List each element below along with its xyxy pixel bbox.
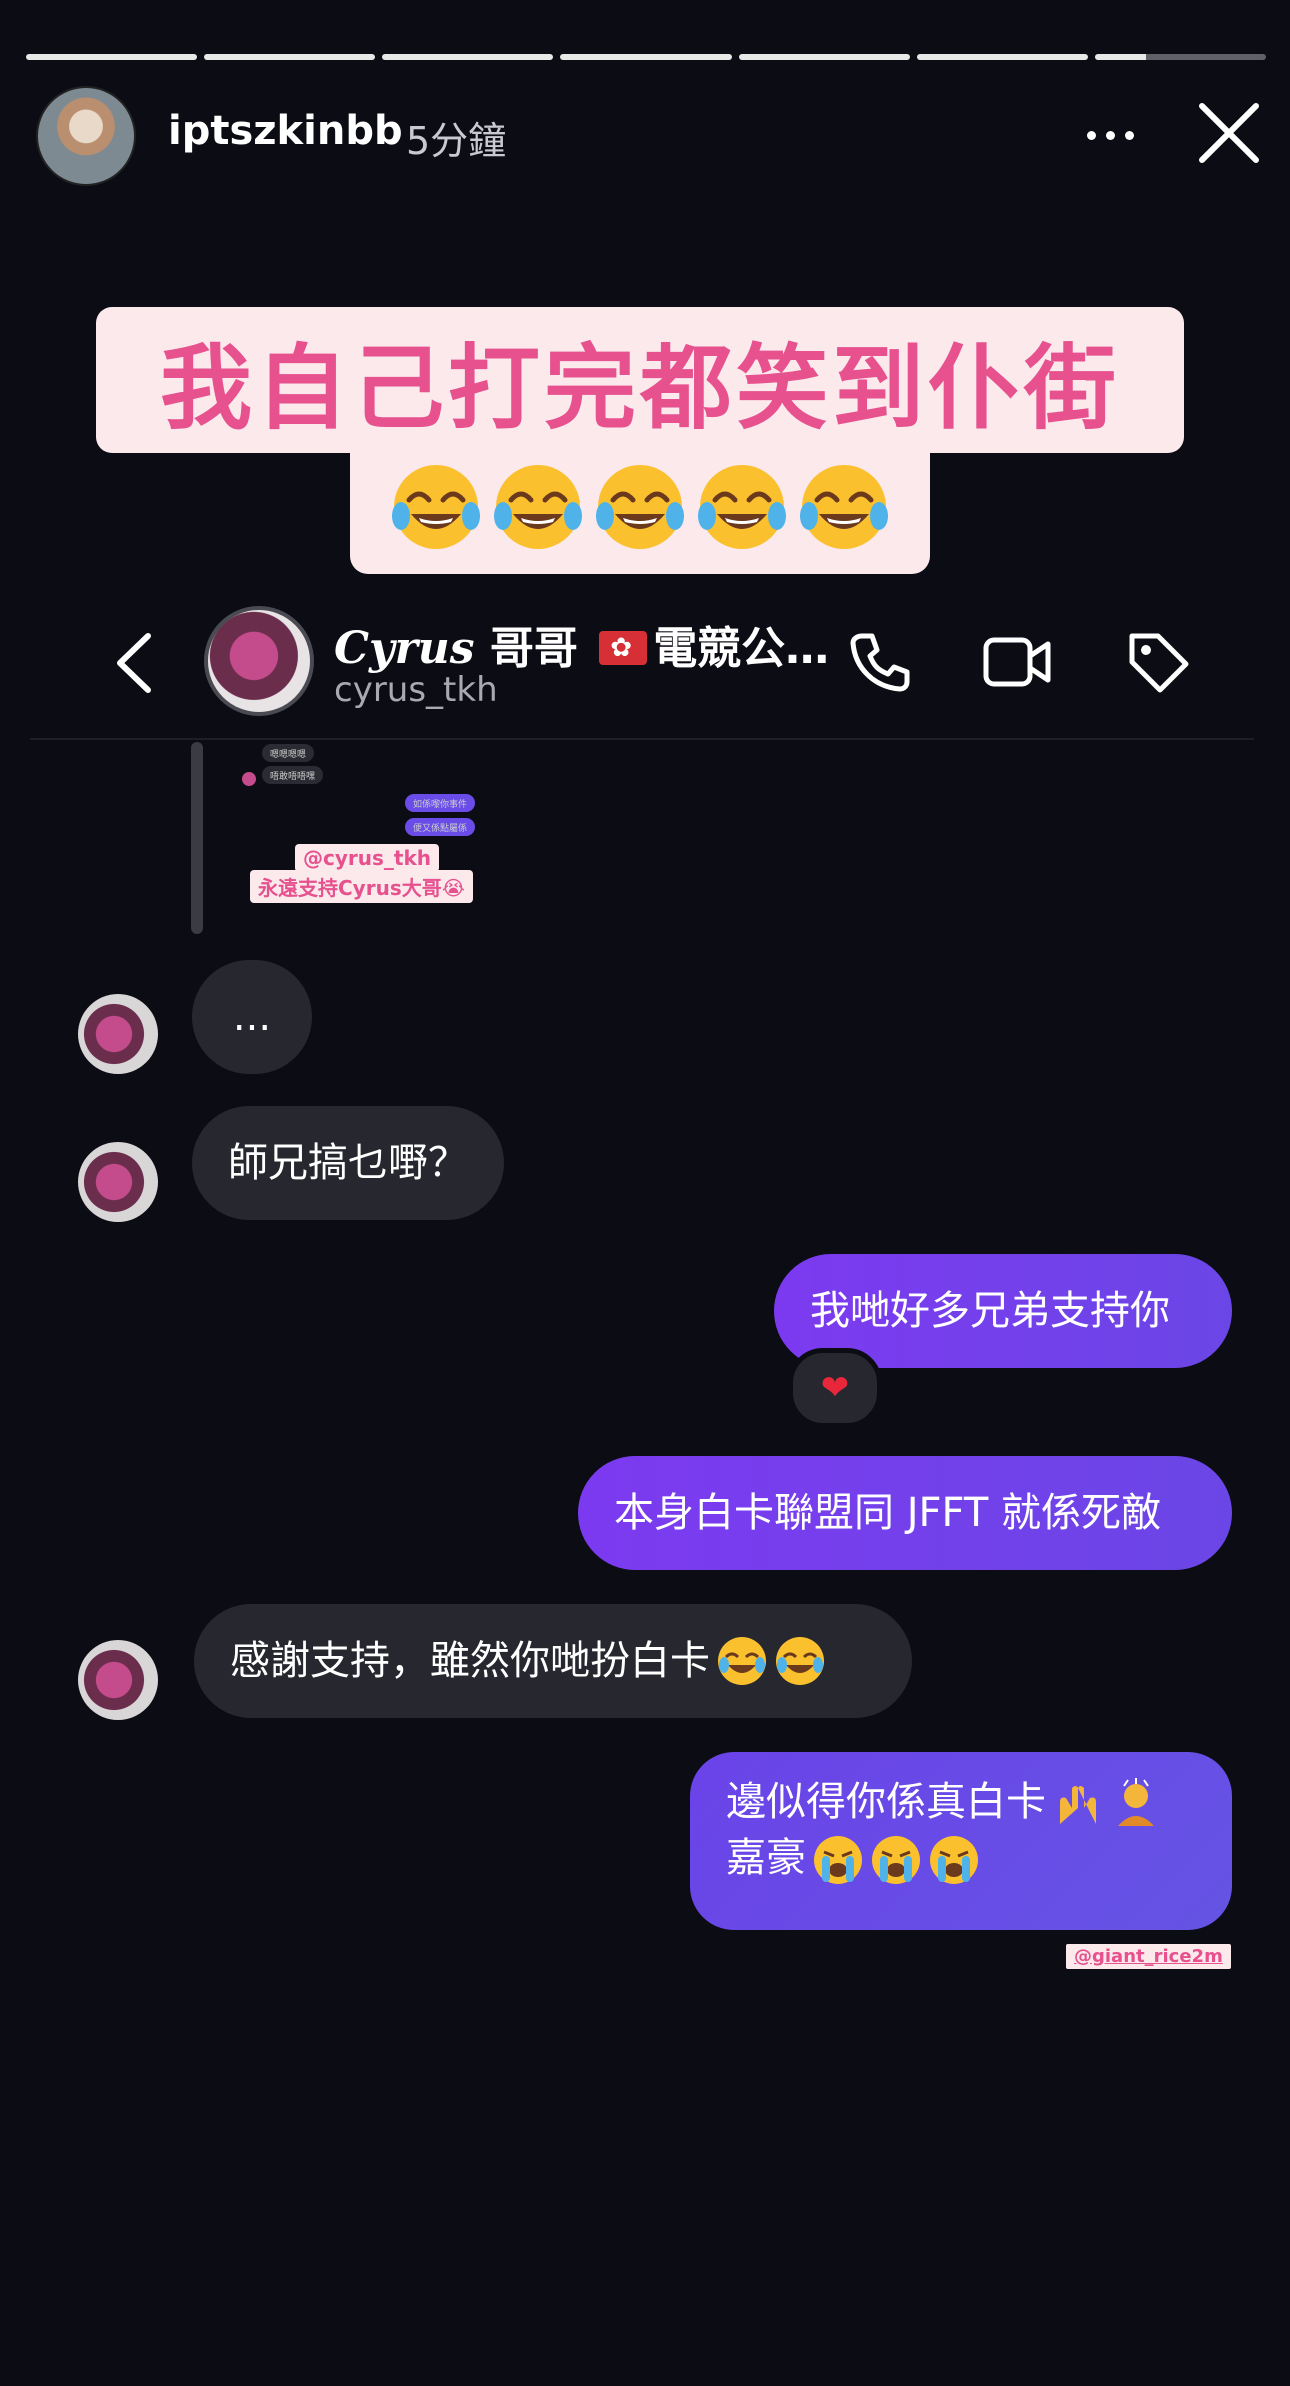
phone-icon[interactable]: [844, 626, 916, 698]
story-author-avatar[interactable]: [36, 86, 136, 186]
message-line-1: 邊似得你係真白卡: [726, 1774, 1196, 1830]
story-username[interactable]: iptszkinbb: [168, 108, 403, 154]
mini-message: 嗯嗯嗯嗯: [262, 744, 315, 762]
watermark-mention: @giant_rice2m: [1066, 1944, 1231, 1969]
outgoing-message[interactable]: 本身白卡聯盟同 JFFT 就係死敵: [578, 1456, 1232, 1570]
story-progress-fill: [916, 54, 1088, 60]
contact-name-tail: 電競公…: [653, 623, 830, 674]
story-progress-segment: [560, 54, 732, 60]
message-line-2: 嘉豪: [726, 1830, 1196, 1886]
story-progress-bar: [26, 54, 1266, 60]
story-progress-segment: [26, 54, 198, 60]
hong-kong-flag-icon: [599, 631, 648, 665]
header-divider: [30, 738, 1254, 740]
story-progress-fill: [738, 54, 910, 60]
loudly-crying-face-icon: [814, 1836, 862, 1884]
person-bowing-icon: [1118, 1778, 1154, 1826]
contact-name[interactable]: Cyrus 哥哥 電競公…: [334, 612, 829, 676]
more-options-button[interactable]: [1080, 110, 1140, 160]
mini-message: 唔敢唔唔嘿: [262, 766, 324, 784]
face-with-tears-of-joy-icon: [776, 1637, 824, 1685]
close-icon[interactable]: [1196, 100, 1262, 166]
incoming-message[interactable]: ...: [192, 960, 312, 1074]
incoming-message[interactable]: 師兄搞乜嘢？: [192, 1106, 504, 1220]
mention-tag: @cyrus_tkh: [295, 844, 439, 872]
reply-quote-bar: [191, 742, 203, 934]
mini-caption: 永遠支持Cyrus大哥😭: [250, 870, 474, 903]
heart-reaction-icon[interactable]: ❤: [788, 1348, 882, 1428]
loudly-crying-face-icon: [930, 1836, 978, 1884]
contact-name-latin: Cyrus: [334, 623, 475, 674]
video-call-icon[interactable]: [982, 626, 1054, 698]
mini-avatar: [242, 772, 256, 786]
story-time-ago: 5分鐘: [406, 119, 507, 163]
outgoing-message[interactable]: 邊似得你係真白卡 嘉豪: [690, 1752, 1232, 1930]
story-progress-fill: [26, 54, 198, 60]
story-caption-emoji-row: [350, 440, 930, 574]
message-text: 邊似得你係真白卡: [726, 1779, 1046, 1825]
face-with-tears-of-joy-icon: [389, 460, 483, 554]
sender-avatar[interactable]: [78, 1640, 158, 1720]
more-dot-icon: [1105, 130, 1115, 140]
loudly-crying-face-icon: [872, 1836, 920, 1884]
face-with-tears-of-joy-icon: [718, 1637, 766, 1685]
story-progress-segment: [382, 54, 554, 60]
raising-hands-icon: [1060, 1786, 1096, 1824]
back-arrow-icon[interactable]: [112, 630, 156, 696]
contact-name-rest: 哥哥: [489, 623, 578, 674]
message-text: 感謝支持，雖然你哋扮白卡: [230, 1638, 710, 1684]
face-with-tears-of-joy-icon: [491, 460, 585, 554]
contact-avatar[interactable]: [204, 606, 314, 716]
more-dot-icon: [1086, 130, 1096, 140]
sender-avatar[interactable]: [78, 994, 158, 1074]
incoming-message[interactable]: 感謝支持，雖然你哋扮白卡: [194, 1604, 912, 1718]
story-progress-segment: [204, 54, 376, 60]
story-progress-fill: [560, 54, 732, 60]
contact-handle: cyrus_tkh: [334, 670, 498, 710]
story-caption-text: 我自己打完都笑到仆街: [96, 307, 1184, 453]
message-text: 嘉豪: [726, 1835, 806, 1881]
face-with-tears-of-joy-icon: [695, 460, 789, 554]
mini-message: 便又係點屬係: [405, 818, 476, 836]
more-dot-icon: [1124, 130, 1134, 140]
story-progress-fill: [1094, 54, 1147, 60]
tag-icon[interactable]: [1122, 626, 1194, 698]
face-with-tears-of-joy-icon: [797, 460, 891, 554]
story-progress-segment: [738, 54, 910, 60]
story-progress-fill: [204, 54, 376, 60]
mini-message: 如係嚟你事件: [405, 794, 476, 812]
story-progress-segment: [1094, 54, 1266, 60]
story-progress-segment: [916, 54, 1088, 60]
sender-avatar[interactable]: [78, 1142, 158, 1222]
story-progress-fill: [382, 54, 554, 60]
face-with-tears-of-joy-icon: [593, 460, 687, 554]
